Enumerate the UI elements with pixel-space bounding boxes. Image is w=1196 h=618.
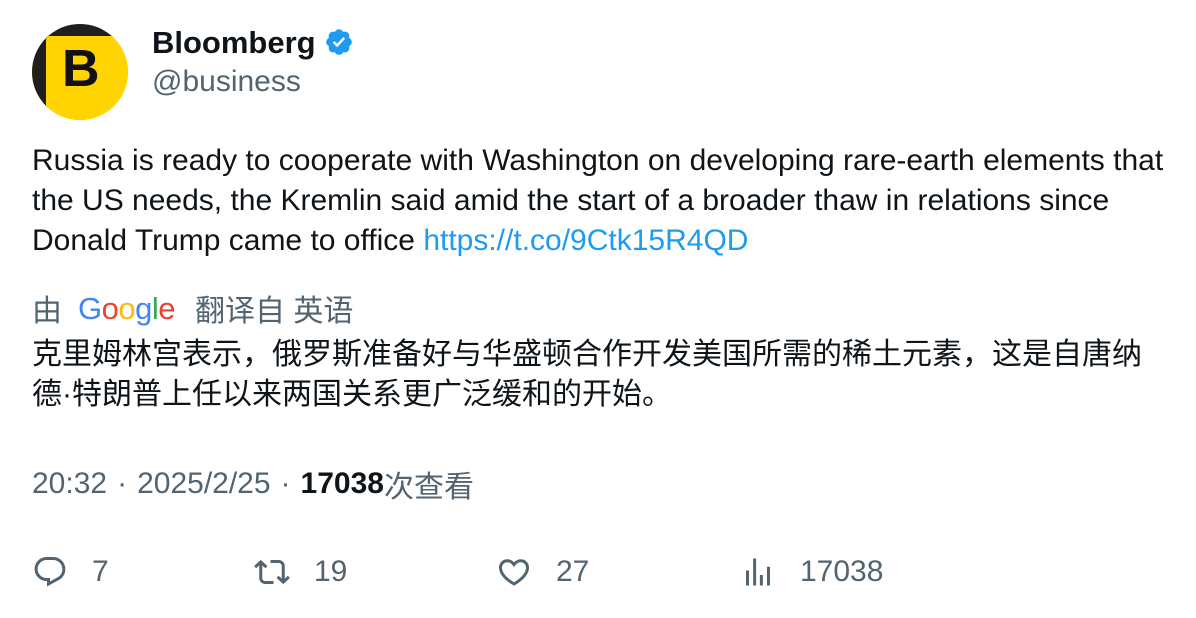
translation-prefix: 由 (32, 295, 62, 328)
analytics-bars-icon (746, 558, 770, 586)
views-count: 17038 (300, 467, 384, 500)
google-logo-letter: G (78, 290, 102, 326)
verified-badge-icon (325, 29, 352, 55)
meta-separator: · (280, 467, 291, 500)
reply-bubble-icon (34, 557, 66, 587)
like-count: 27 (556, 555, 590, 588)
avatar[interactable]: B (32, 24, 128, 120)
tweet-date[interactable]: 2025/2/25 (137, 467, 270, 501)
translation-attribution: 由 Google 翻译自 英语 (32, 288, 354, 329)
views-button[interactable]: 17038 (740, 550, 883, 594)
google-logo: Google (78, 290, 176, 326)
author-handle[interactable]: @business (152, 64, 301, 100)
google-logo-letter: o (101, 290, 119, 326)
reply-count: 7 (92, 555, 109, 588)
author-name-row: Bloomberg (152, 24, 354, 60)
action-bar: 7 19 27 17038 (32, 550, 1164, 594)
retweet-count: 19 (314, 555, 348, 588)
tweet-link[interactable]: https://t.co/9Ctk15R4QD (423, 224, 748, 257)
translation-source-language: 翻译自 英语 (195, 295, 354, 328)
tweet-body: Russia is ready to cooperate with Washin… (32, 141, 1164, 261)
avatar-letter: B (62, 40, 100, 98)
google-logo-letter: o (118, 290, 136, 326)
google-logo-letter: e (158, 290, 176, 326)
reply-button[interactable]: 7 (32, 550, 109, 594)
author-display-name[interactable]: Bloomberg (152, 27, 316, 58)
like-button[interactable]: 27 (496, 550, 589, 594)
views-action-count: 17038 (800, 555, 884, 588)
meta-separator: · (117, 467, 128, 500)
views-label: 次查看 (383, 471, 474, 504)
retweet-icon (254, 559, 290, 585)
retweet-button[interactable]: 19 (254, 550, 347, 594)
tweet-time[interactable]: 20:32 (32, 467, 107, 501)
translated-text: 克里姆林宫表示，俄罗斯准备好与华盛顿合作开发美国所需的稀土元素，这是自唐纳德·特… (32, 338, 1142, 411)
tweet-meta: 20:32 · 2025/2/25 · 17038 次查看 (32, 464, 474, 504)
heart-icon (498, 559, 530, 586)
google-logo-letter: g (135, 290, 152, 326)
